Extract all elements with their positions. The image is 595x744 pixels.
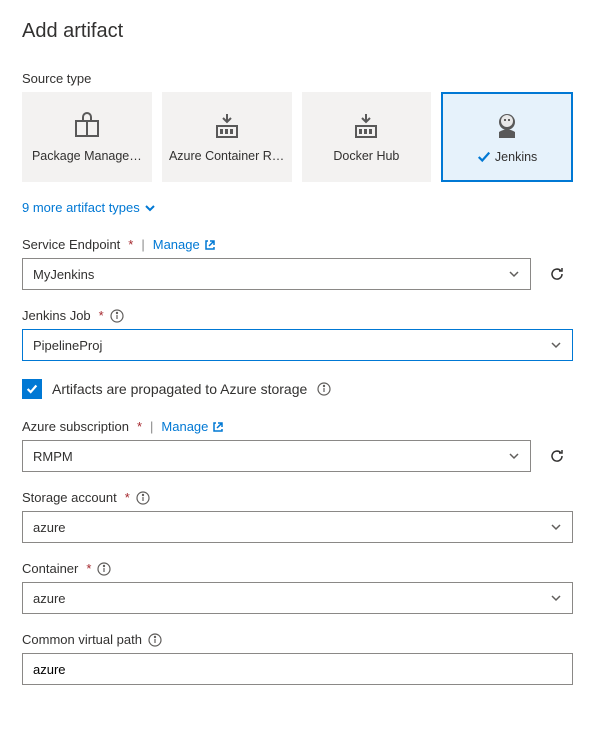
separator: | (150, 419, 153, 434)
check-icon (477, 150, 491, 164)
chevron-down-icon (550, 339, 562, 351)
field-common-virtual-path: Common virtual path (22, 632, 573, 685)
page-title: Add artifact (22, 20, 573, 43)
azure-subscription-select[interactable]: RMPM (22, 440, 531, 472)
common-virtual-path-label: Common virtual path (22, 632, 142, 647)
required-indicator: * (86, 561, 91, 576)
source-type-label: Source type (22, 71, 573, 86)
info-icon[interactable] (136, 491, 150, 505)
field-jenkins-job: Jenkins Job * PipelineProj (22, 308, 573, 361)
service-endpoint-label: Service Endpoint (22, 237, 120, 252)
field-container: Container * azure (22, 561, 573, 614)
container-label: Container (22, 561, 78, 576)
external-link-icon (212, 421, 224, 433)
required-indicator: * (128, 237, 133, 252)
refresh-service-endpoint-button[interactable] (541, 258, 573, 290)
tile-azure-container-registry[interactable]: Azure Container R… (162, 92, 292, 182)
field-azure-subscription: Azure subscription * | Manage RMPM (22, 419, 573, 472)
refresh-azure-subscription-button[interactable] (541, 440, 573, 472)
field-service-endpoint: Service Endpoint * | Manage MyJenkins (22, 237, 573, 290)
required-indicator: * (99, 308, 104, 323)
jenkins-job-label: Jenkins Job (22, 308, 91, 323)
required-indicator: * (137, 419, 142, 434)
info-icon[interactable] (317, 382, 331, 396)
container-registry-icon (212, 111, 242, 139)
tile-package-management[interactable]: Package Manage… (22, 92, 152, 182)
jenkins-job-select[interactable]: PipelineProj (22, 329, 573, 361)
chevron-down-icon (508, 450, 520, 462)
common-virtual-path-input[interactable] (22, 653, 573, 685)
external-link-icon (204, 239, 216, 251)
azure-subscription-label: Azure subscription (22, 419, 129, 434)
tile-label: Jenkins (495, 150, 537, 164)
docker-hub-icon (351, 111, 381, 139)
service-endpoint-select[interactable]: MyJenkins (22, 258, 531, 290)
tile-label: Package Manage… (32, 149, 142, 163)
propagate-label: Artifacts are propagated to Azure storag… (52, 381, 307, 397)
info-icon[interactable] (97, 562, 111, 576)
tile-label: Docker Hub (333, 149, 399, 163)
propagate-checkbox-row: Artifacts are propagated to Azure storag… (22, 379, 573, 399)
storage-account-label: Storage account (22, 490, 117, 505)
separator: | (141, 237, 144, 252)
source-type-grid: Package Manage… Azure Container R… Docke… (22, 92, 573, 182)
info-icon[interactable] (110, 309, 124, 323)
jenkins-icon (492, 110, 522, 140)
manage-azure-subscription-link[interactable]: Manage (161, 419, 224, 434)
info-icon[interactable] (148, 633, 162, 647)
manage-service-endpoint-link[interactable]: Manage (153, 237, 216, 252)
field-storage-account: Storage account * azure (22, 490, 573, 543)
tile-docker-hub[interactable]: Docker Hub (302, 92, 432, 182)
package-icon (72, 111, 102, 139)
required-indicator: * (125, 490, 130, 505)
storage-account-select[interactable]: azure (22, 511, 573, 543)
chevron-down-icon (550, 521, 562, 533)
chevron-down-icon (508, 268, 520, 280)
propagate-checkbox[interactable] (22, 379, 42, 399)
tile-jenkins[interactable]: Jenkins (441, 92, 573, 182)
more-artifact-types-link[interactable]: 9 more artifact types (22, 200, 156, 215)
tile-label: Azure Container R… (169, 149, 284, 163)
chevron-down-icon (550, 592, 562, 604)
chevron-down-icon (144, 202, 156, 214)
container-select[interactable]: azure (22, 582, 573, 614)
